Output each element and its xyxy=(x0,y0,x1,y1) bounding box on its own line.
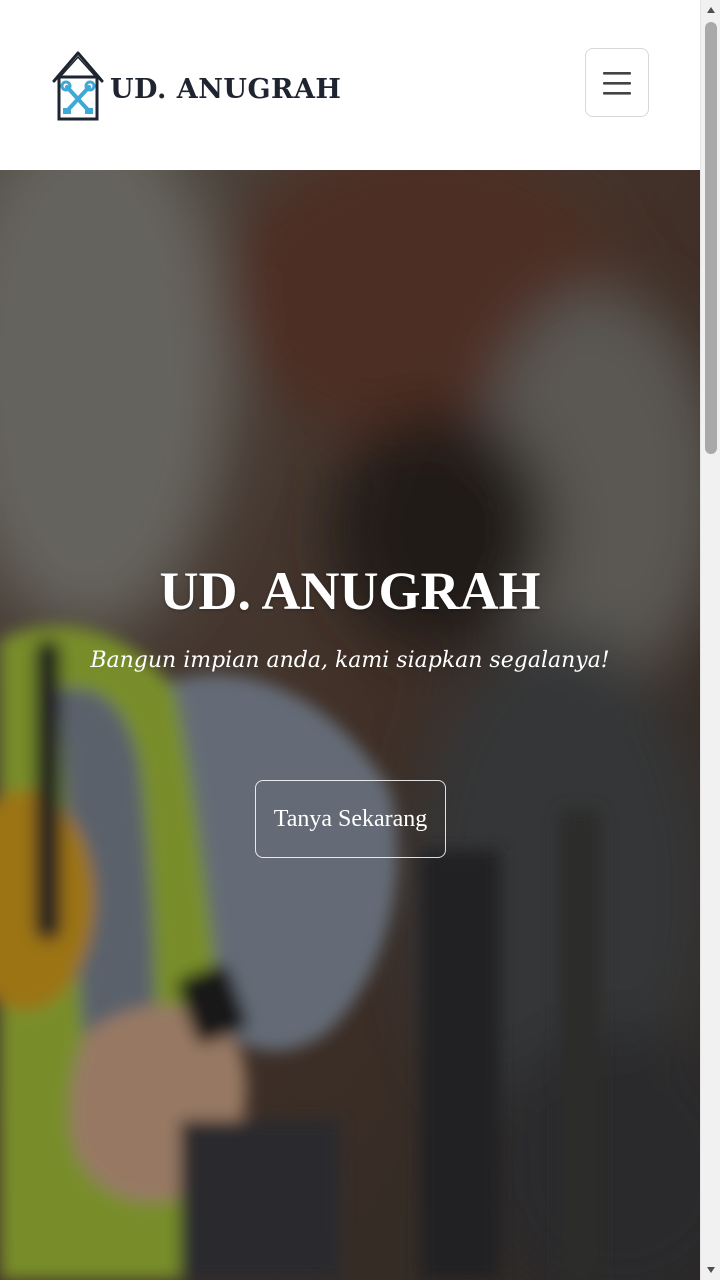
hamburger-menu-icon xyxy=(603,71,631,95)
vertical-scrollbar[interactable] xyxy=(700,0,720,1280)
brand-link[interactable]: UD. ANUGRAH xyxy=(50,46,341,126)
scrollbar-thumb[interactable] xyxy=(705,22,717,454)
viewport: UD. ANUGRAH UD. ANUGRAH Bangun impian an… xyxy=(0,0,700,1280)
brand-name: UD. ANUGRAH xyxy=(110,73,342,105)
scroll-up-arrow-icon[interactable] xyxy=(701,0,720,20)
hero-background-image xyxy=(0,170,700,1280)
scroll-down-arrow-icon[interactable] xyxy=(701,1260,720,1280)
hero-section: UD. ANUGRAH Bangun impian anda, kami sia… xyxy=(0,170,700,1280)
hero-subtitle: Bangun impian anda, kami siapkan segalan… xyxy=(90,648,610,673)
hero-title: UD. ANUGRAH xyxy=(159,561,541,621)
navbar-toggle-button[interactable] xyxy=(585,48,649,117)
navbar: UD. ANUGRAH xyxy=(0,0,700,170)
house-tools-logo-icon xyxy=(52,51,104,121)
tanya-sekarang-button[interactable]: Tanya Sekarang xyxy=(255,780,446,858)
page: UD. ANUGRAH UD. ANUGRAH Bangun impian an… xyxy=(0,0,720,1280)
